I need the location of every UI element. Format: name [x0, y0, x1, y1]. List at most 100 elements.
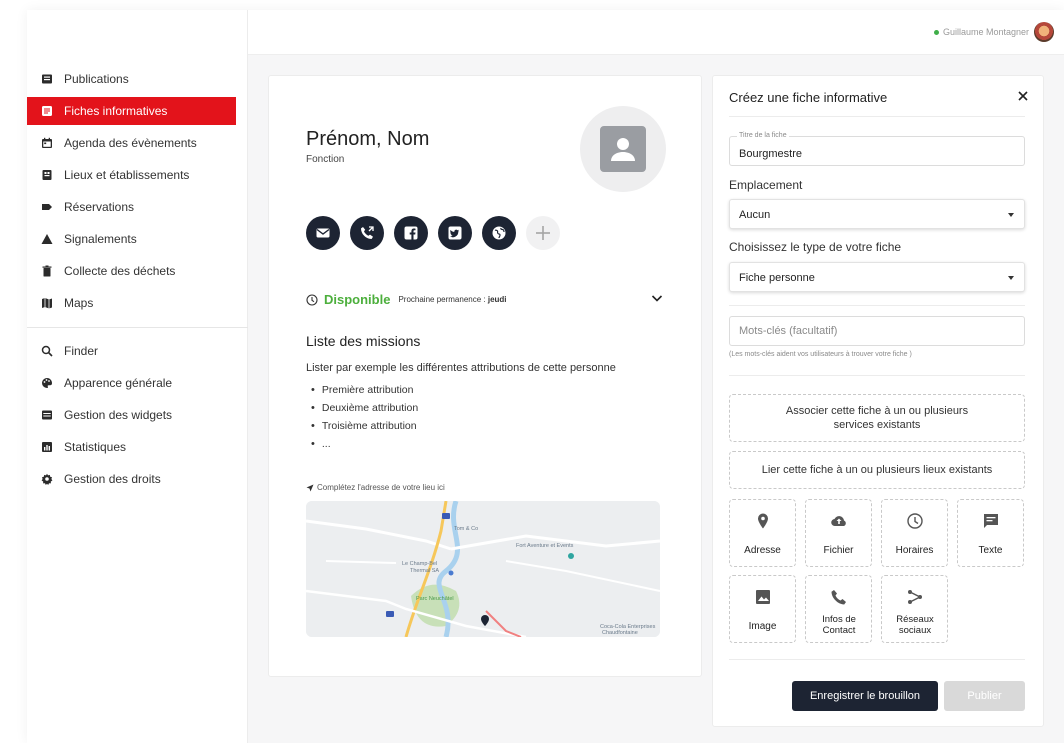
associate-services-label: Associer cette fiche à un ou plusieurs s… — [785, 405, 969, 431]
sidebar: Publications Fiches informatives Agenda … — [27, 10, 248, 743]
plus-icon — [536, 226, 550, 240]
cloud-upload-icon — [830, 516, 846, 527]
keywords-input[interactable]: Mots-clés (facultatif) — [729, 316, 1025, 346]
twitter-icon — [448, 226, 462, 240]
email-social-button[interactable] — [306, 216, 340, 250]
palette-icon — [41, 377, 53, 389]
tile-label: Fichier — [823, 545, 854, 556]
tile-image[interactable]: Image — [729, 575, 796, 643]
list-item: Première attribution — [311, 381, 418, 399]
clock-icon — [306, 293, 318, 306]
sidebar-item-label: Agenda des évènements — [64, 136, 197, 150]
navigation-arrow-icon — [306, 484, 314, 491]
tile-texte[interactable]: Texte — [957, 499, 1024, 567]
sidebar-item-label: Réservations — [64, 200, 135, 214]
twitter-social-button[interactable] — [438, 216, 472, 250]
missions-description: Lister par exemple les différentes attri… — [306, 362, 616, 374]
associate-services-button[interactable]: Associer cette fiche à un ou plusieurs s… — [729, 394, 1025, 442]
website-social-button[interactable] — [482, 216, 516, 250]
sidebar-item-collecte[interactable]: Collecte des déchets — [27, 257, 236, 285]
tile-label: Adresse — [744, 545, 781, 556]
newspaper-icon — [41, 73, 53, 85]
sidebar-item-label: Gestion des widgets — [64, 408, 173, 422]
location-value: Aucun — [739, 209, 771, 221]
sidebar-item-label: Collecte des déchets — [64, 264, 176, 278]
divider — [729, 305, 1025, 306]
user-menu[interactable]: Guillaume Montagner — [933, 22, 1054, 42]
availability-status: Disponible — [324, 292, 391, 307]
globe-icon — [492, 226, 506, 240]
sidebar-item-agenda[interactable]: Agenda des évènements — [27, 129, 236, 157]
sidebar-item-label: Lieux et établissements — [64, 168, 190, 182]
preview-name: Prénom, Nom — [306, 128, 430, 150]
sidebar-item-label: Apparence générale — [64, 376, 173, 390]
sidebar-item-droits[interactable]: Gestion des droits — [27, 465, 236, 493]
avatar[interactable] — [1034, 22, 1054, 42]
sidebar-item-maps[interactable]: Maps — [27, 289, 236, 317]
sidebar-item-statistiques[interactable]: Statistiques — [27, 433, 236, 461]
tile-horaires[interactable]: Horaires — [881, 499, 948, 567]
phone-social-button[interactable] — [350, 216, 384, 250]
sidebar-item-widgets[interactable]: Gestion des widgets — [27, 401, 236, 429]
add-social-button[interactable] — [526, 216, 560, 250]
create-fiche-panel: Créez une fiche informative Titre de la … — [712, 75, 1044, 727]
address-hint: Complétez l'adresse de votre lieu ici — [306, 483, 445, 492]
profile-photo-placeholder[interactable] — [580, 106, 666, 192]
sidebar-item-label: Maps — [64, 296, 94, 310]
keywords-placeholder: Mots-clés (facultatif) — [739, 325, 838, 337]
gear-icon — [41, 473, 53, 485]
sidebar-item-finder[interactable]: Finder — [27, 337, 236, 365]
tile-adresse[interactable]: Adresse — [729, 499, 796, 567]
trash-icon — [41, 265, 53, 277]
save-draft-button[interactable]: Enregistrer le brouillon — [792, 681, 938, 711]
title-field[interactable]: Titre de la fiche Bourgmestre — [729, 132, 1025, 166]
search-icon — [41, 345, 53, 357]
tile-reseaux-sociaux[interactable]: Réseaux sociaux — [881, 575, 948, 643]
person-icon — [600, 126, 646, 172]
map-label: Chaudfontaine — [602, 630, 638, 636]
tag-icon — [41, 201, 53, 213]
calendar-icon — [41, 137, 53, 149]
title-field-legend: Titre de la fiche — [737, 132, 789, 139]
tile-label: Infos de Contact — [822, 614, 856, 636]
phone-icon — [361, 226, 374, 239]
sidebar-item-publications[interactable]: Publications — [27, 65, 236, 93]
publish-button[interactable]: Publier — [944, 681, 1025, 711]
divider — [729, 659, 1025, 660]
sidebar-item-reservations[interactable]: Réservations — [27, 193, 236, 221]
tile-fichier[interactable]: Fichier — [805, 499, 872, 567]
tile-label: Image — [748, 621, 777, 632]
divider — [729, 116, 1025, 117]
map-preview[interactable]: Tom & Co Fort Aventure et Events Le Cham… — [306, 501, 660, 637]
fiche-preview-card: Prénom, Nom Fonction Disponible Prochain… — [268, 75, 702, 677]
sidebar-item-label: Finder — [64, 344, 99, 358]
sidebar-item-fiches-informatives[interactable]: Fiches informatives — [27, 97, 236, 125]
topbar: Guillaume Montagner — [248, 10, 1064, 55]
email-icon — [316, 228, 330, 238]
type-select[interactable]: Fiche personne — [729, 262, 1025, 292]
sidebar-item-lieux[interactable]: Lieux et établissements — [27, 161, 236, 189]
caret-down-icon — [1008, 276, 1014, 280]
building-icon — [41, 169, 53, 181]
location-select[interactable]: Aucun — [729, 199, 1025, 229]
facebook-social-button[interactable] — [394, 216, 428, 250]
sidebar-item-label: Publications — [64, 72, 129, 86]
chevron-down-icon[interactable] — [651, 292, 663, 304]
sidebar-item-label: Signalements — [64, 232, 137, 246]
link-places-label: Lier cette fiche à un ou plusieurs lieux… — [761, 464, 993, 476]
map-label: Le Champ-Bel — [402, 561, 438, 567]
tile-infos-contact[interactable]: Infos de Contact — [805, 575, 872, 643]
availability-row: Disponible Prochaine permanence : jeudi — [306, 292, 507, 307]
chart-icon — [41, 441, 53, 453]
sidebar-item-apparence[interactable]: Apparence générale — [27, 369, 236, 397]
map-label: Parc Neuchâtel — [416, 596, 454, 602]
map-label: Thermal SA — [410, 568, 440, 574]
sidebar-item-signalements[interactable]: Signalements — [27, 225, 236, 253]
address-hint-text: Complétez l'adresse de votre lieu ici — [317, 483, 445, 492]
share-icon — [907, 590, 922, 604]
facebook-icon — [404, 226, 418, 240]
clock-icon — [906, 513, 923, 529]
close-icon[interactable] — [1015, 88, 1031, 104]
link-places-button[interactable]: Lier cette fiche à un ou plusieurs lieux… — [729, 451, 1025, 489]
next-permanence-label: Prochaine permanence : — [398, 295, 486, 304]
